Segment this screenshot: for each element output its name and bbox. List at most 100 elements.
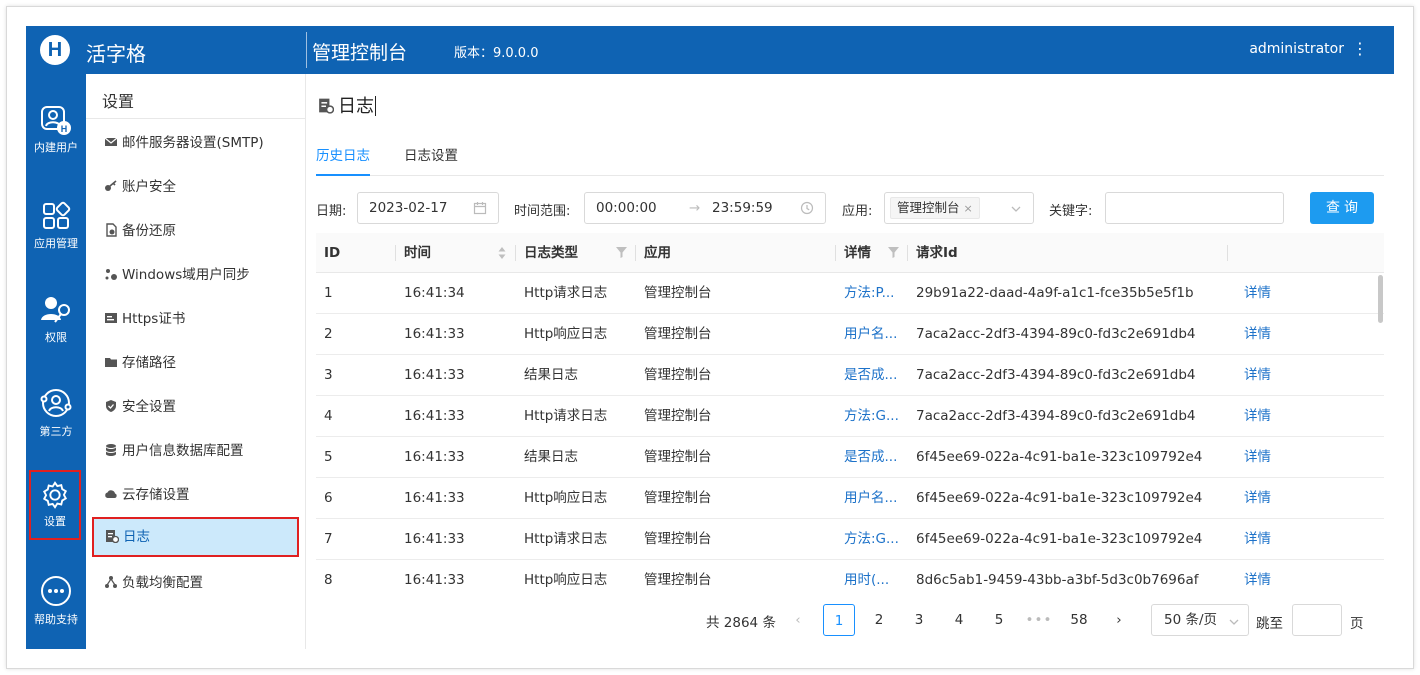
cell-request-id: 6f45ee69-022a-4c91-ba1e-323c109792e4 bbox=[916, 531, 1203, 547]
detail-link[interactable]: 详情 bbox=[1236, 396, 1271, 436]
page-button-1[interactable]: 1 bbox=[823, 604, 855, 636]
cell-detail[interactable]: 方法:G... bbox=[836, 519, 899, 559]
detail-link[interactable]: 详情 bbox=[1236, 314, 1271, 354]
brand-name: 活字格 bbox=[86, 42, 146, 66]
page-size-value: 50 条/页 bbox=[1164, 612, 1218, 628]
prev-page-button[interactable]: ‹ bbox=[782, 604, 814, 636]
filter-icon[interactable] bbox=[616, 246, 627, 258]
iconbar-item-third-party[interactable]: 第三方 bbox=[26, 386, 86, 468]
tab-log-settings[interactable]: 日志设置 bbox=[404, 144, 458, 176]
pagination: 共 2864 条 ‹ 1 2 3 4 5 ••• 58 › 50 条/页 跳至 … bbox=[306, 602, 1394, 636]
cell-time: 16:41:33 bbox=[404, 490, 465, 506]
time-start: 00:00:00 bbox=[596, 200, 657, 216]
jump-label: 跳至 bbox=[1256, 616, 1283, 632]
time-range-picker[interactable]: 00:00:00 → 23:59:59 bbox=[584, 192, 826, 224]
sort-icon[interactable] bbox=[498, 246, 506, 260]
cell-detail[interactable]: 用时(... bbox=[836, 560, 889, 600]
page-button-last[interactable]: 58 bbox=[1063, 604, 1095, 636]
user-key-icon bbox=[41, 297, 70, 323]
clock-icon bbox=[800, 201, 814, 215]
detail-link[interactable]: 详情 bbox=[1236, 560, 1271, 600]
cell-type: Http请求日志 bbox=[524, 531, 608, 547]
iconbar-item-permission[interactable]: 权限 bbox=[26, 294, 86, 376]
iconbar-label: 内建用户 bbox=[34, 141, 78, 154]
log-icon bbox=[106, 530, 119, 543]
table-row: 8 16:41:33 Http响应日志 管理控制台 用时(... 8d6c5ab… bbox=[316, 560, 1384, 601]
cell-detail[interactable]: 是否成... bbox=[836, 437, 897, 477]
detail-link[interactable]: 详情 bbox=[1236, 478, 1271, 518]
query-button[interactable]: 查询 bbox=[1310, 192, 1374, 224]
cell-time: 16:41:33 bbox=[404, 531, 465, 547]
menu-item-label: 备份还原 bbox=[122, 223, 176, 239]
menu-item-security-settings[interactable]: 安全设置 bbox=[86, 387, 305, 427]
cell-detail[interactable]: 方法:G... bbox=[836, 396, 899, 436]
help-icon bbox=[41, 576, 71, 606]
cell-id: 2 bbox=[324, 326, 333, 342]
menu-item-label: 云存储设置 bbox=[122, 487, 190, 503]
jump-unit: 页 bbox=[1350, 616, 1364, 632]
app-tag: 管理控制台 × bbox=[890, 197, 980, 219]
next-page-button[interactable]: › bbox=[1103, 604, 1135, 636]
menu-item-account-security[interactable]: 账户安全 bbox=[86, 167, 305, 207]
detail-link[interactable]: 详情 bbox=[1236, 437, 1271, 477]
menu-item-https-cert[interactable]: Https证书 bbox=[86, 299, 305, 339]
cell-type: 结果日志 bbox=[524, 367, 578, 383]
cell-app: 管理控制台 bbox=[644, 490, 712, 506]
builtin-user-icon: H bbox=[41, 106, 71, 135]
iconbar-item-settings[interactable]: 设置 bbox=[29, 470, 81, 540]
cell-request-id: 29b91a22-daad-4a9f-a1c1-fce35b5e5f1b bbox=[916, 285, 1194, 301]
tag-close-icon[interactable]: × bbox=[964, 202, 973, 215]
detail-link[interactable]: 详情 bbox=[1236, 355, 1271, 395]
top-header: H 活字格 管理控制台 版本：9.0.0.0 administrator ⋮ bbox=[26, 26, 1394, 74]
date-picker[interactable]: 2023-02-17 bbox=[357, 192, 499, 224]
menu-item-user-db[interactable]: 用户信息数据库配置 bbox=[86, 431, 305, 471]
keyword-label: 关键字: bbox=[1049, 204, 1093, 219]
cell-detail[interactable]: 方法:P... bbox=[836, 273, 894, 313]
app-tag-label: 管理控制台 bbox=[897, 200, 960, 215]
page-button-3[interactable]: 3 bbox=[903, 604, 935, 636]
page-button-4[interactable]: 4 bbox=[943, 604, 975, 636]
arrow-right-icon: → bbox=[689, 200, 701, 216]
filter-icon[interactable] bbox=[888, 246, 899, 258]
jump-page-input[interactable] bbox=[1292, 604, 1342, 636]
certificate-icon bbox=[105, 313, 117, 323]
menu-item-storage-path[interactable]: 存储路径 bbox=[86, 343, 305, 383]
tab-history-log[interactable]: 历史日志 bbox=[316, 144, 370, 176]
log-tabs: 历史日志 日志设置 bbox=[316, 136, 1384, 176]
iconbar-item-app-management[interactable]: 应用管理 bbox=[26, 200, 86, 282]
cell-request-id: 7aca2acc-2df3-4394-89c0-fd3c2e691db4 bbox=[916, 367, 1196, 383]
menu-item-label: 账户安全 bbox=[122, 179, 176, 195]
more-vertical-icon[interactable]: ⋮ bbox=[1352, 39, 1368, 58]
iconbar-item-builtin-user[interactable]: H 内建用户 bbox=[26, 104, 86, 186]
sync-icon bbox=[105, 269, 117, 280]
app-grid-icon bbox=[43, 201, 71, 229]
detail-link[interactable]: 详情 bbox=[1236, 519, 1271, 559]
page-button-5[interactable]: 5 bbox=[983, 604, 1015, 636]
detail-link[interactable]: 详情 bbox=[1236, 273, 1271, 313]
page-ellipsis[interactable]: ••• bbox=[1023, 604, 1055, 636]
cell-type: 结果日志 bbox=[524, 449, 578, 465]
keyword-input[interactable] bbox=[1105, 192, 1284, 224]
cell-detail[interactable]: 用户名... bbox=[836, 314, 897, 354]
menu-item-smtp[interactable]: 邮件服务器设置(SMTP) bbox=[86, 123, 305, 163]
app-select[interactable]: 管理控制台 × bbox=[884, 192, 1034, 224]
page-button-2[interactable]: 2 bbox=[863, 604, 895, 636]
cell-detail[interactable]: 用户名... bbox=[836, 478, 897, 518]
iconbar-item-help[interactable]: 帮助支持 bbox=[26, 574, 86, 656]
user-name[interactable]: administrator bbox=[1249, 41, 1344, 57]
load-balance-icon bbox=[105, 576, 117, 588]
column-time[interactable]: 时间 bbox=[396, 233, 431, 273]
menu-item-backup-restore[interactable]: 备份还原 bbox=[86, 211, 305, 251]
menu-item-cloud-storage[interactable]: 云存储设置 bbox=[86, 475, 305, 515]
menu-item-log[interactable]: 日志 bbox=[92, 517, 299, 557]
menu-item-load-balance[interactable]: 负载均衡配置 bbox=[86, 563, 305, 603]
shield-icon bbox=[106, 400, 116, 412]
page-size-select[interactable]: 50 条/页 bbox=[1151, 604, 1249, 636]
menu-item-label: Https证书 bbox=[122, 311, 186, 327]
table-scrollbar[interactable] bbox=[1378, 275, 1383, 323]
menu-item-windows-sync[interactable]: Windows域用户同步 bbox=[86, 255, 305, 295]
column-id: ID bbox=[324, 245, 341, 261]
column-app: 应用 bbox=[644, 245, 671, 261]
cell-app: 管理控制台 bbox=[644, 408, 712, 424]
cell-detail[interactable]: 是否成... bbox=[836, 355, 897, 395]
